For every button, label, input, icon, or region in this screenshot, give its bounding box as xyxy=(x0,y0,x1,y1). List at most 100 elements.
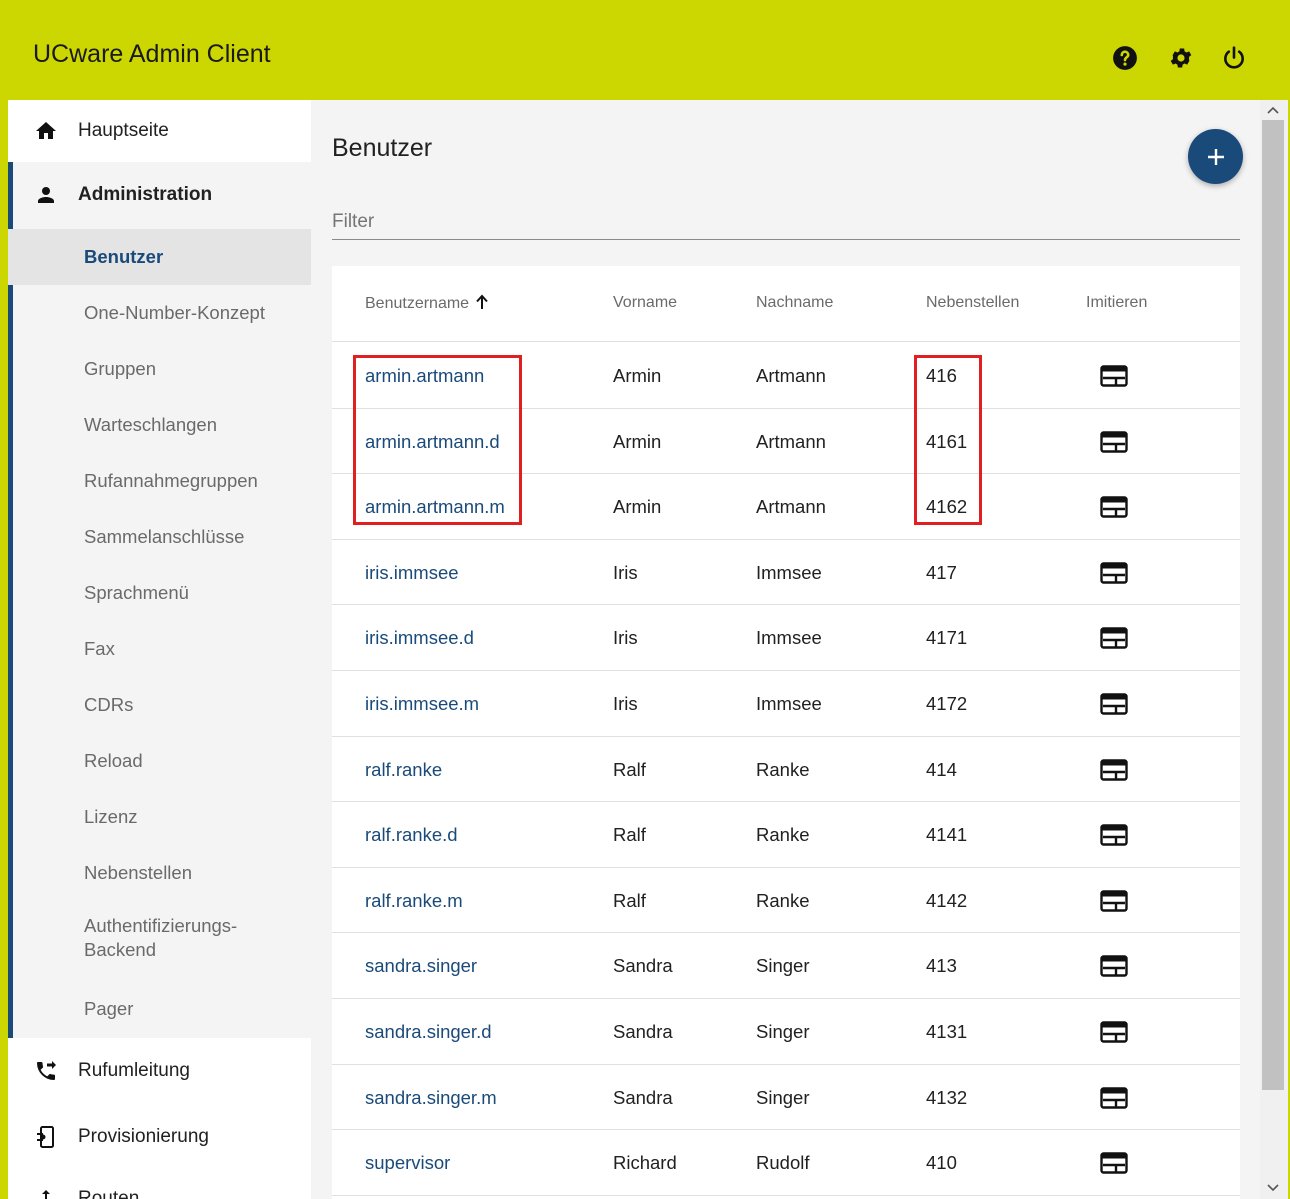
column-header-label: Benutzername xyxy=(365,295,470,312)
firstname-cell: Richard xyxy=(613,1152,677,1174)
lastname-cell: Immsee xyxy=(756,561,822,583)
impersonate-icon[interactable] xyxy=(1100,1021,1128,1043)
extension-cell: 4132 xyxy=(926,1086,968,1108)
main-content: Benutzer Benutzername Vorname Nachname N… xyxy=(311,100,1260,1199)
username-link[interactable]: sandra.singer.d xyxy=(365,1021,492,1043)
phonelink-setup-icon xyxy=(33,1124,59,1150)
impersonate-icon[interactable] xyxy=(1100,955,1128,978)
sidebar-subitem-reload[interactable]: Reload xyxy=(8,733,311,789)
username-link[interactable]: iris.immsee.d xyxy=(365,627,474,649)
extension-cell: 413 xyxy=(926,955,957,977)
sidebar-item-rufumleitung[interactable]: Rufumleitung xyxy=(8,1040,311,1102)
sidebar-subitem-label: One-Number-Konzept xyxy=(84,302,265,323)
scroll-down-button[interactable] xyxy=(1264,1180,1282,1196)
filter-input[interactable] xyxy=(332,200,1240,240)
username-link[interactable]: ralf.ranke.m xyxy=(365,890,463,912)
username-link[interactable]: supervisor xyxy=(365,1152,450,1174)
lastname-cell: Artmann xyxy=(756,365,826,386)
lastname-cell: Ranke xyxy=(756,758,810,780)
sidebar-subitem-benutzer[interactable]: Benutzer xyxy=(8,229,311,285)
impersonate-icon[interactable] xyxy=(1100,758,1128,781)
sidebar-subitem-rufannahmegruppen[interactable]: Rufannahmegruppen xyxy=(8,453,311,509)
firstname-cell: Sandra xyxy=(613,1021,673,1042)
firstname-cell: Iris xyxy=(613,561,638,583)
impersonate-icon[interactable] xyxy=(1100,1086,1128,1109)
table-row: iris.immsee.m Iris Immsee 4172 xyxy=(332,671,1240,737)
username-link[interactable]: iris.immsee.m xyxy=(365,693,479,715)
impersonate-icon[interactable] xyxy=(1100,693,1128,715)
sidebar-subitem-sprachmenue[interactable]: Sprachmenü xyxy=(8,565,311,621)
impersonate-icon[interactable] xyxy=(1100,627,1128,650)
impersonate-icon[interactable] xyxy=(1100,1152,1128,1174)
app-title: UCware Admin Client xyxy=(33,40,271,68)
lastname-cell: Singer xyxy=(756,955,810,977)
sidebar-subitem-pager[interactable]: Pager xyxy=(8,981,311,1037)
impersonate-icon[interactable] xyxy=(1100,562,1128,584)
sidebar-subitem-label: Rufannahmegruppen xyxy=(84,470,258,491)
username-link[interactable]: sandra.singer.m xyxy=(365,1087,497,1109)
column-header-vorname[interactable]: Vorname xyxy=(613,294,677,312)
firstname-cell: Iris xyxy=(613,693,638,714)
help-icon[interactable] xyxy=(1109,42,1141,74)
sidebar-subitem-authentifizierungs-backend[interactable]: Authentifizierungs- Backend xyxy=(8,901,311,977)
sidebar-subitem-warteschlangen[interactable]: Warteschlangen xyxy=(8,397,311,453)
call-forward-icon xyxy=(33,1058,59,1084)
users-table: Benutzername Vorname Nachname Nebenstell… xyxy=(332,266,1240,1199)
sidebar-subitem-gruppen[interactable]: Gruppen xyxy=(8,341,311,397)
sidebar-subitem-label: Pager xyxy=(84,998,134,1019)
username-link[interactable]: armin.artmann.d xyxy=(365,431,500,453)
extension-cell: 4141 xyxy=(926,824,968,846)
scrollbar[interactable] xyxy=(1260,100,1288,1199)
impersonate-icon[interactable] xyxy=(1100,430,1128,453)
page-title: Benutzer xyxy=(332,134,433,162)
username-link[interactable]: ralf.ranke xyxy=(365,759,442,781)
plus-icon xyxy=(1207,148,1224,165)
lastname-cell: Immsee xyxy=(756,693,822,714)
sidebar-subitem-label: Lizenz xyxy=(84,806,138,827)
username-link[interactable]: armin.artmann xyxy=(365,365,484,387)
table-row: ralf.ranke Ralf Ranke 414 xyxy=(332,737,1240,803)
sidebar-subitem-label: Fax xyxy=(84,638,115,659)
firstname-cell: Armin xyxy=(613,430,662,452)
lastname-cell: Artmann xyxy=(756,430,826,452)
sidebar-subitem-lizenz[interactable]: Lizenz xyxy=(8,789,311,845)
firstname-cell: Ralf xyxy=(613,758,646,780)
username-link[interactable]: ralf.ranke.d xyxy=(365,824,458,846)
table-row: sandra.singer Sandra Singer 413 xyxy=(332,933,1240,999)
sidebar-subitem-sammelanschluesse[interactable]: Sammelanschlüsse xyxy=(8,509,311,565)
sidebar-item-label: Rufumleitung xyxy=(78,1060,190,1081)
username-link[interactable]: armin.artmann.m xyxy=(365,496,505,518)
power-icon[interactable] xyxy=(1218,42,1250,74)
username-link[interactable]: sandra.singer xyxy=(365,955,477,977)
sidebar-item-label: Routen xyxy=(78,1188,140,1199)
sidebar-subitem-one-number-konzept[interactable]: One-Number-Konzept xyxy=(8,285,311,341)
sidebar-item-hauptseite[interactable]: Hauptseite xyxy=(8,100,311,162)
sidebar-subitem-cdrs[interactable]: CDRs xyxy=(8,677,311,733)
sidebar-subitem-label: Warteschlangen xyxy=(84,414,217,435)
sidebar: Hauptseite Administration Benutzer One-N… xyxy=(8,100,311,1199)
lastname-cell: Immsee xyxy=(756,627,822,649)
scroll-thumb[interactable] xyxy=(1262,120,1284,1090)
sidebar-item-provisionierung[interactable]: Provisionierung xyxy=(8,1106,311,1168)
sidebar-item-routen[interactable]: Routen xyxy=(8,1168,311,1199)
impersonate-icon[interactable] xyxy=(1100,496,1128,518)
sidebar-subitem-label: Benutzer xyxy=(84,246,164,267)
impersonate-icon[interactable] xyxy=(1100,365,1128,387)
column-header-benutzername[interactable]: Benutzername xyxy=(365,294,489,313)
column-header-nebenstellen[interactable]: Nebenstellen xyxy=(926,294,1019,312)
extension-cell: 4162 xyxy=(926,496,968,518)
impersonate-icon[interactable] xyxy=(1100,824,1128,846)
sidebar-subitem-nebenstellen[interactable]: Nebenstellen xyxy=(8,845,311,901)
sidebar-subitem-fax[interactable]: Fax xyxy=(8,621,311,677)
scroll-up-button[interactable] xyxy=(1264,102,1282,118)
add-user-button[interactable] xyxy=(1188,129,1243,184)
column-header-nachname[interactable]: Nachname xyxy=(756,294,833,312)
sort-ascending-icon xyxy=(476,294,488,309)
username-link[interactable]: iris.immsee xyxy=(365,562,459,584)
sidebar-item-administration[interactable]: Administration xyxy=(8,164,311,226)
sidebar-subitem-label: CDRs xyxy=(84,694,134,715)
firstname-cell: Ralf xyxy=(613,824,646,846)
sidebar-item-label: Hauptseite xyxy=(78,120,169,141)
impersonate-icon[interactable] xyxy=(1100,890,1128,912)
gear-icon[interactable] xyxy=(1165,42,1197,74)
